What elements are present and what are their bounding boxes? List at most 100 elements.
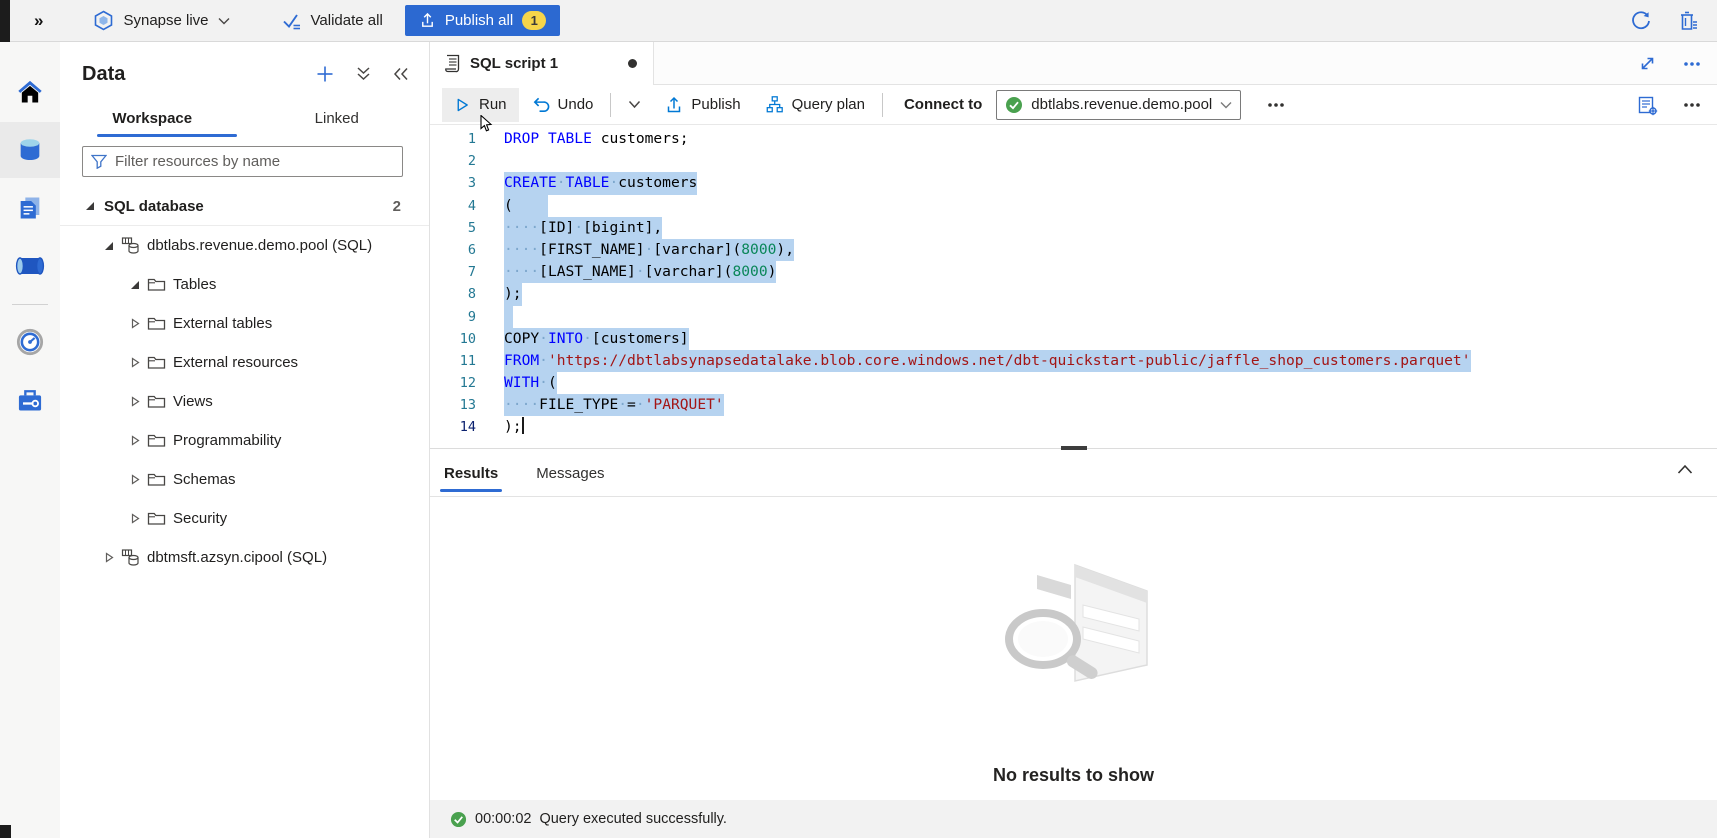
unsaved-changes-dot [628,59,637,68]
tree-item-sql-database[interactable]: SQL database 2 [60,187,429,226]
code-line-6[interactable]: 6····[FIRST_NAME]·[varchar](8000), [430,239,1717,261]
chevron-down-icon [1220,101,1232,109]
query-duration: 00:00:02 [475,811,531,827]
code-line-7[interactable]: 7····[LAST_NAME]·[varchar](8000) [430,261,1717,283]
collapse-all-button[interactable] [356,66,371,82]
chevron-down-icon [628,100,641,109]
tree-item-label: SQL database [104,198,204,215]
tree-item-tables[interactable]: Tables [60,265,429,304]
line-number: 1 [430,128,476,150]
folder-icon [147,355,166,370]
environment-switcher[interactable]: Synapse live [81,5,241,37]
tree-item-security[interactable]: Security [60,499,429,538]
run-button[interactable]: Run [442,88,519,122]
code-line-3[interactable]: 3CREATE·TABLE·customers [430,172,1717,194]
nav-monitor-button[interactable] [0,314,60,370]
expand-menu-button[interactable]: » [34,11,41,31]
tab-sql-script-1[interactable]: SQL script 1 [430,42,654,85]
tree-collapsed-icon[interactable] [130,513,140,524]
code-line-1[interactable]: 1DROP TABLE customers; [430,128,1717,150]
folder-icon [147,277,166,292]
code-text: ( [504,195,548,217]
publish-all-button[interactable]: Publish all 1 [405,5,560,36]
code-line-5[interactable]: 5····[ID]·[bigint], [430,217,1717,239]
filter-resources-box [82,146,403,177]
double-chevron-left-icon [393,67,409,81]
add-resource-button[interactable] [316,65,334,83]
publish-button[interactable]: Publish [653,88,752,122]
tree-item-schemas[interactable]: Schemas [60,460,429,499]
monitor-gauge-icon [16,328,44,356]
tab-workspace[interactable]: Workspace [60,98,245,138]
collapse-results-button[interactable] [1677,464,1693,475]
manage-toolbox-icon [16,386,44,414]
nav-integrate-button[interactable] [0,238,60,294]
code-line-10[interactable]: 10COPY·INTO·[customers] [430,328,1717,350]
validate-all-button[interactable]: Validate all [270,5,395,37]
query-plan-icon [765,95,784,114]
code-line-11[interactable]: 11FROM·'https://dbtlabsynapsedatalake.bl… [430,350,1717,372]
tree-collapsed-icon[interactable] [130,435,140,446]
undo-button[interactable]: Undo [519,88,606,122]
connect-to-pool-dropdown[interactable]: dbtlabs.revenue.demo.pool [996,90,1241,120]
tree-collapsed-icon[interactable] [130,357,140,368]
publish-count-badge: 1 [522,11,546,30]
sql-code-editor[interactable]: 1DROP TABLE customers;23CREATE·TABLE·cus… [430,125,1717,448]
no-results-title: No results to show [430,765,1717,786]
tree-item-label: dbtlabs.revenue.demo.pool (SQL) [147,237,372,254]
tree-item-dbtlabs-revenue-demo-pool-sql-[interactable]: dbtlabs.revenue.demo.pool (SQL) [60,226,429,265]
tree-expanded-icon[interactable] [130,280,140,290]
tree-item-dbtmsft-azsyn-cipool-sql-[interactable]: dbtmsft.azsyn.cipool (SQL) [60,538,429,577]
tab-results[interactable]: Results [440,450,502,497]
toolbar-overflow-button[interactable] [1683,102,1701,108]
left-navigation-rail [0,42,60,838]
tree-expanded-icon[interactable] [104,241,114,251]
tab-linked[interactable]: Linked [245,98,430,138]
code-text: FROM·'https://dbtlabsynapsedatalake.blob… [504,350,1471,372]
code-line-8[interactable]: 8); [430,283,1717,305]
publish-upload-icon [665,96,683,114]
filter-resources-input[interactable] [115,153,394,170]
tree-item-programmability[interactable]: Programmability [60,421,429,460]
tree-item-external-resources[interactable]: External resources [60,343,429,382]
expand-editor-button[interactable] [1639,55,1656,72]
nav-develop-button[interactable] [0,180,60,236]
line-number: 9 [430,306,476,328]
folder-icon [147,316,166,331]
discard-all-button[interactable] [1678,10,1699,32]
query-plan-button[interactable]: Query plan [753,88,877,122]
code-line-2[interactable]: 2 [430,150,1717,172]
tree-collapsed-icon[interactable] [104,552,114,563]
tab-more-actions-button[interactable] [1683,61,1701,67]
properties-button[interactable] [1637,95,1658,116]
run-play-icon [454,96,471,114]
tree-collapsed-icon[interactable] [130,396,140,407]
nav-manage-button[interactable] [0,372,60,428]
run-options-chevron-button[interactable] [616,88,653,122]
tree-item-external-tables[interactable]: External tables [60,304,429,343]
code-line-4[interactable]: 4( [430,195,1717,217]
tab-messages[interactable]: Messages [532,450,608,497]
nav-home-button[interactable] [0,64,60,120]
code-line-12[interactable]: 12WITH·( [430,372,1717,394]
folder-icon [147,433,166,448]
nav-data-button[interactable] [0,122,60,178]
line-number: 7 [430,261,476,283]
code-text: CREATE·TABLE·customers [504,172,697,194]
code-line-9[interactable]: 9 [430,306,1717,328]
toolbar-separator [882,93,883,117]
refresh-button[interactable] [1630,10,1652,32]
sql-script-icon [444,54,461,73]
tree-expanded-icon[interactable] [85,201,95,211]
code-line-13[interactable]: 13····FILE_TYPE·=·'PARQUET' [430,394,1717,416]
collapse-panel-button[interactable] [393,67,409,81]
tree-collapsed-icon[interactable] [130,474,140,485]
code-text: ); [504,416,524,438]
tree-collapsed-icon[interactable] [130,318,140,329]
line-number: 12 [430,372,476,394]
toolbar-more-button[interactable] [1255,88,1297,122]
tree-item-count: 2 [393,198,401,215]
environment-label: Synapse live [123,12,208,29]
tree-item-views[interactable]: Views [60,382,429,421]
code-line-14[interactable]: 14); [430,416,1717,438]
